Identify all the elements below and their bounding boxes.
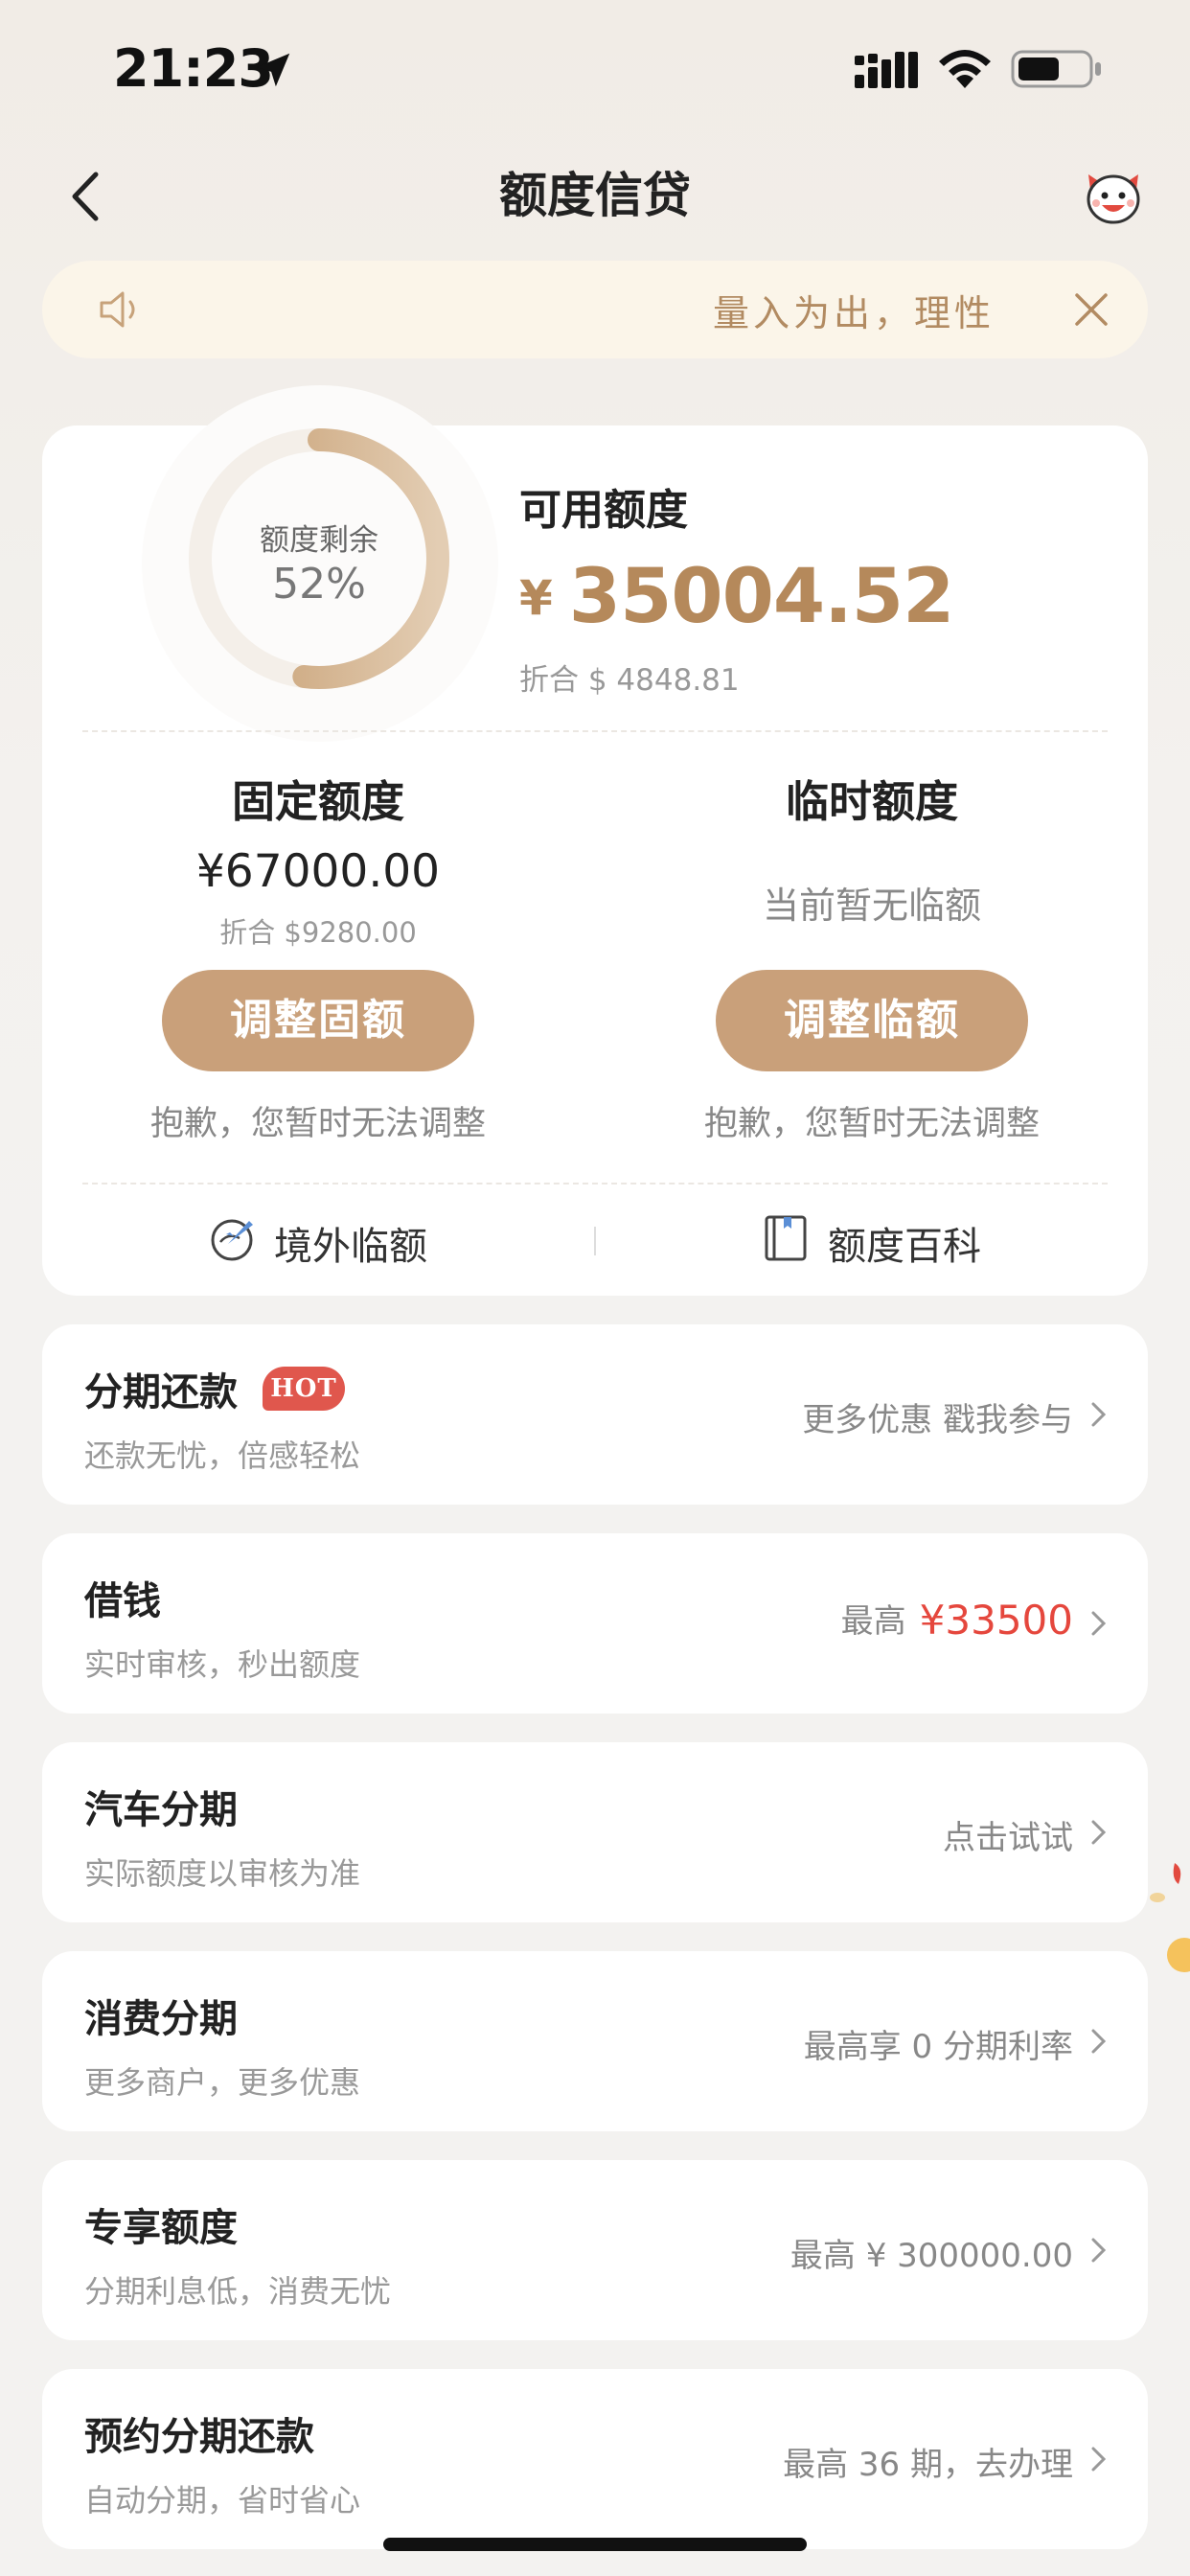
home-indicator[interactable] (383, 2538, 807, 2551)
globe-plane-icon (211, 1219, 253, 1261)
adjust-temporary-note: 抱歉，您暂时无法调整 (703, 1105, 1040, 1143)
remaining-credit-ring (189, 428, 449, 689)
divider (82, 730, 1108, 732)
list-item-scheduled-installment[interactable]: 预约分期还款 自动分期，省时省心 最高 36 期，去办理 (42, 2369, 1148, 2549)
list-item-subtitle: 自动分期，省时省心 (84, 2482, 361, 2518)
notice-text: 量入为出，理性 (712, 292, 995, 334)
chevron-right-icon (1091, 1820, 1107, 1845)
list-item-title: 分期还款 (84, 1370, 238, 1414)
divider (82, 1183, 1108, 1184)
cellular-signal-icon (855, 52, 918, 88)
battery-icon (1011, 50, 1101, 88)
status-time: 21:23 (113, 38, 274, 99)
available-credit-amount: ¥35004.52 (519, 554, 955, 640)
chevron-right-icon (1091, 2447, 1107, 2472)
link-separator (594, 1227, 596, 1255)
status-bar: 21:23 (0, 0, 1190, 144)
wifi-icon (939, 50, 991, 88)
list-item-consumer-installment[interactable]: 消费分期 更多商户，更多优惠 最高享 0 分期利率 (42, 1951, 1148, 2131)
max-borrow-amount: ¥33500 (919, 1597, 1073, 1644)
floating-promo-icon[interactable] (1146, 1859, 1190, 1984)
list-item-title: 专享额度 (84, 2206, 238, 2250)
speaker-icon (100, 291, 135, 328)
list-item-exclusive-credit[interactable]: 专享额度 分期利息低，消费无忧 最高 ¥ 300000.00 (42, 2160, 1148, 2340)
list-item-title: 汽车分期 (84, 1788, 238, 1832)
temporary-credit-title: 临时额度 (785, 776, 958, 827)
credit-encyclopedia-label: 额度百科 (828, 1225, 981, 1269)
chevron-right-icon (1091, 1402, 1107, 1427)
list-item-title: 预约分期还款 (84, 2415, 314, 2459)
chevron-right-icon (1091, 2238, 1107, 2263)
list-item-installment-repayment[interactable]: 分期还款 HOT 还款无忧，倍感轻松 更多优惠 戳我参与 (42, 1324, 1148, 1505)
navigation-bar: 额度信贷 (0, 144, 1190, 249)
list-item-right-text: 最高 36 期，去办理 (783, 2446, 1073, 2484)
list-item-subtitle: 实时审核，秒出额度 (84, 1646, 361, 1683)
list-item-right-text: 最高 ¥33500 (841, 1595, 1073, 1644)
list-item-subtitle: 更多商户，更多优惠 (84, 2064, 361, 2101)
chevron-right-icon (1091, 1611, 1107, 1636)
available-amount-value: 35004.52 (568, 554, 955, 640)
list-item-subtitle: 还款无忧，倍感轻松 (84, 1438, 361, 1474)
location-arrow-icon (256, 53, 290, 87)
available-credit-converted: 折合 $ 4848.81 (519, 663, 740, 698)
overseas-temp-credit-link[interactable]: 境外临额 (207, 1209, 456, 1271)
adjust-temporary-button[interactable]: 调整临额 (716, 970, 1028, 1071)
list-item-subtitle: 实际额度以审核为准 (84, 1855, 361, 1892)
close-icon[interactable] (1071, 289, 1111, 330)
currency-symbol: ¥ (519, 570, 553, 626)
overseas-temp-credit-label: 境外临额 (274, 1225, 427, 1269)
list-item-subtitle: 分期利息低，消费无忧 (84, 2273, 392, 2310)
book-icon (765, 1215, 807, 1261)
list-item-right-text: 更多优惠 戳我参与 (802, 1401, 1073, 1439)
ring-label: 额度剩余 (260, 523, 378, 558)
fixed-credit-amount: ¥67000.00 (195, 845, 441, 898)
list-item-title: 消费分期 (84, 1997, 238, 2041)
list-item-right-text: 最高享 0 分期利率 (803, 2028, 1073, 2066)
temporary-credit-status: 当前暂无临额 (762, 885, 981, 927)
list-item-right-text: 点击试试 (943, 1819, 1073, 1857)
hot-badge: HOT (263, 1367, 345, 1411)
chevron-right-icon (1091, 2029, 1107, 2054)
list-item-borrow[interactable]: 借钱 实时审核，秒出额度 最高 ¥33500 (42, 1533, 1148, 1714)
max-label: 最高 (840, 1602, 906, 1641)
adjust-fixed-button[interactable]: 调整固额 (162, 970, 474, 1071)
list-item-car-installment[interactable]: 汽车分期 实际额度以审核为准 点击试试 (42, 1742, 1148, 1922)
adjust-fixed-note: 抱歉，您暂时无法调整 (149, 1105, 486, 1143)
available-credit-title: 可用额度 (519, 486, 688, 535)
list-item-right-text: 最高 ¥ 300000.00 (790, 2237, 1073, 2275)
credit-encyclopedia-link[interactable]: 额度百科 (761, 1209, 1010, 1271)
ring-percentage: 52% (272, 560, 366, 609)
fixed-credit-converted: 折合 $9280.00 (219, 916, 417, 949)
notice-bar: 量入为出，理性 (42, 261, 1148, 358)
page-title: 额度信贷 (499, 168, 691, 223)
list-item-title: 借钱 (84, 1579, 161, 1623)
fixed-credit-title: 固定额度 (231, 776, 404, 827)
mascot-icon[interactable] (1079, 161, 1148, 230)
